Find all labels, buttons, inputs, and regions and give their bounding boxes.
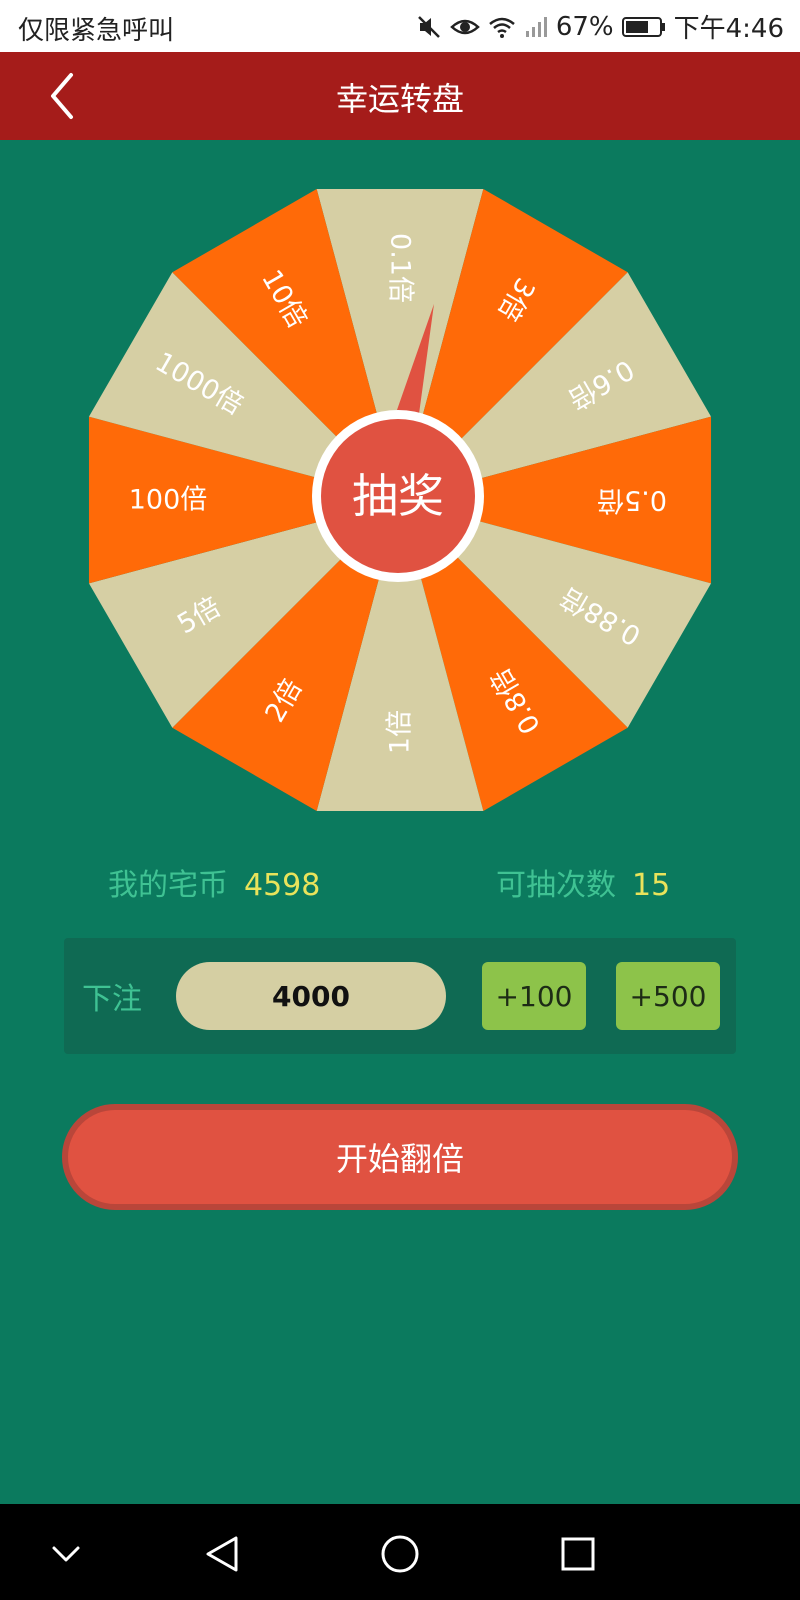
draws-value: 15 <box>632 868 671 903</box>
wheel-segment-label: 100倍 <box>129 485 208 516</box>
bet-amount-input[interactable] <box>176 962 446 1030</box>
nav-home-button[interactable] <box>372 1526 428 1582</box>
coins-label: 我的宅币 <box>108 868 228 903</box>
draws-label: 可抽次数 <box>496 868 616 903</box>
circle-home-icon <box>381 1535 419 1573</box>
add-100-button[interactable]: +100 <box>482 962 586 1030</box>
coins-stat: 我的宅币 4598 <box>108 860 320 904</box>
battery-percent: 67% <box>555 11 614 42</box>
draw-button-label: 抽奖 <box>352 469 444 523</box>
chevron-down-icon <box>52 1546 80 1562</box>
nav-hide-button[interactable] <box>38 1526 94 1582</box>
lucky-wheel: 0.1倍 3倍 0.6倍 0.5倍 0.88倍 0.8倍 1倍 2倍 5倍 100倍 1000倍 10… <box>78 178 722 822</box>
start-double-button[interactable]: 开始翻倍 <box>62 1104 738 1210</box>
status-time: 下午4:46 <box>673 14 784 44</box>
mute-icon <box>416 14 442 40</box>
nav-recent-button[interactable] <box>550 1526 606 1582</box>
wheel-graphic: 0.1倍 3倍0.6倍0.5倍0.88倍0.8倍1倍2倍5倍100倍1000倍10… <box>88 188 712 812</box>
wheel-segment-label: 0.1倍 <box>385 233 416 303</box>
draws-stat: 可抽次数 15 <box>496 860 670 904</box>
square-recent-icon <box>561 1537 595 1571</box>
wifi-icon <box>488 15 516 39</box>
page-title: 幸运转盘 <box>335 80 464 118</box>
signal-icon <box>524 15 548 39</box>
wheel-segment-label: 1倍 <box>385 710 416 754</box>
stats-row: 我的宅币 4598 可抽次数 15 <box>0 860 800 910</box>
bet-label: 下注 <box>82 982 142 1017</box>
triangle-back-icon <box>206 1536 238 1572</box>
draw-button[interactable]: 抽奖 <box>321 419 475 573</box>
wheel-segment-label: 0.5倍 <box>597 485 667 516</box>
system-nav-bar <box>0 1504 800 1600</box>
nav-back-button[interactable] <box>194 1526 250 1582</box>
status-bar: 仅限紧急呼叫 67% 下午4:46 <box>0 0 800 52</box>
app-header: 幸运转盘 <box>0 52 800 140</box>
add-500-button[interactable]: +500 <box>616 962 720 1030</box>
status-carrier-text: 仅限紧急呼叫 <box>18 16 175 46</box>
status-icons: 67% 下午4:46 <box>416 8 784 45</box>
bet-panel: 下注 +100 +500 <box>64 938 736 1054</box>
eye-icon <box>449 15 480 39</box>
coins-value: 4598 <box>244 868 321 903</box>
battery-icon <box>621 15 666 39</box>
